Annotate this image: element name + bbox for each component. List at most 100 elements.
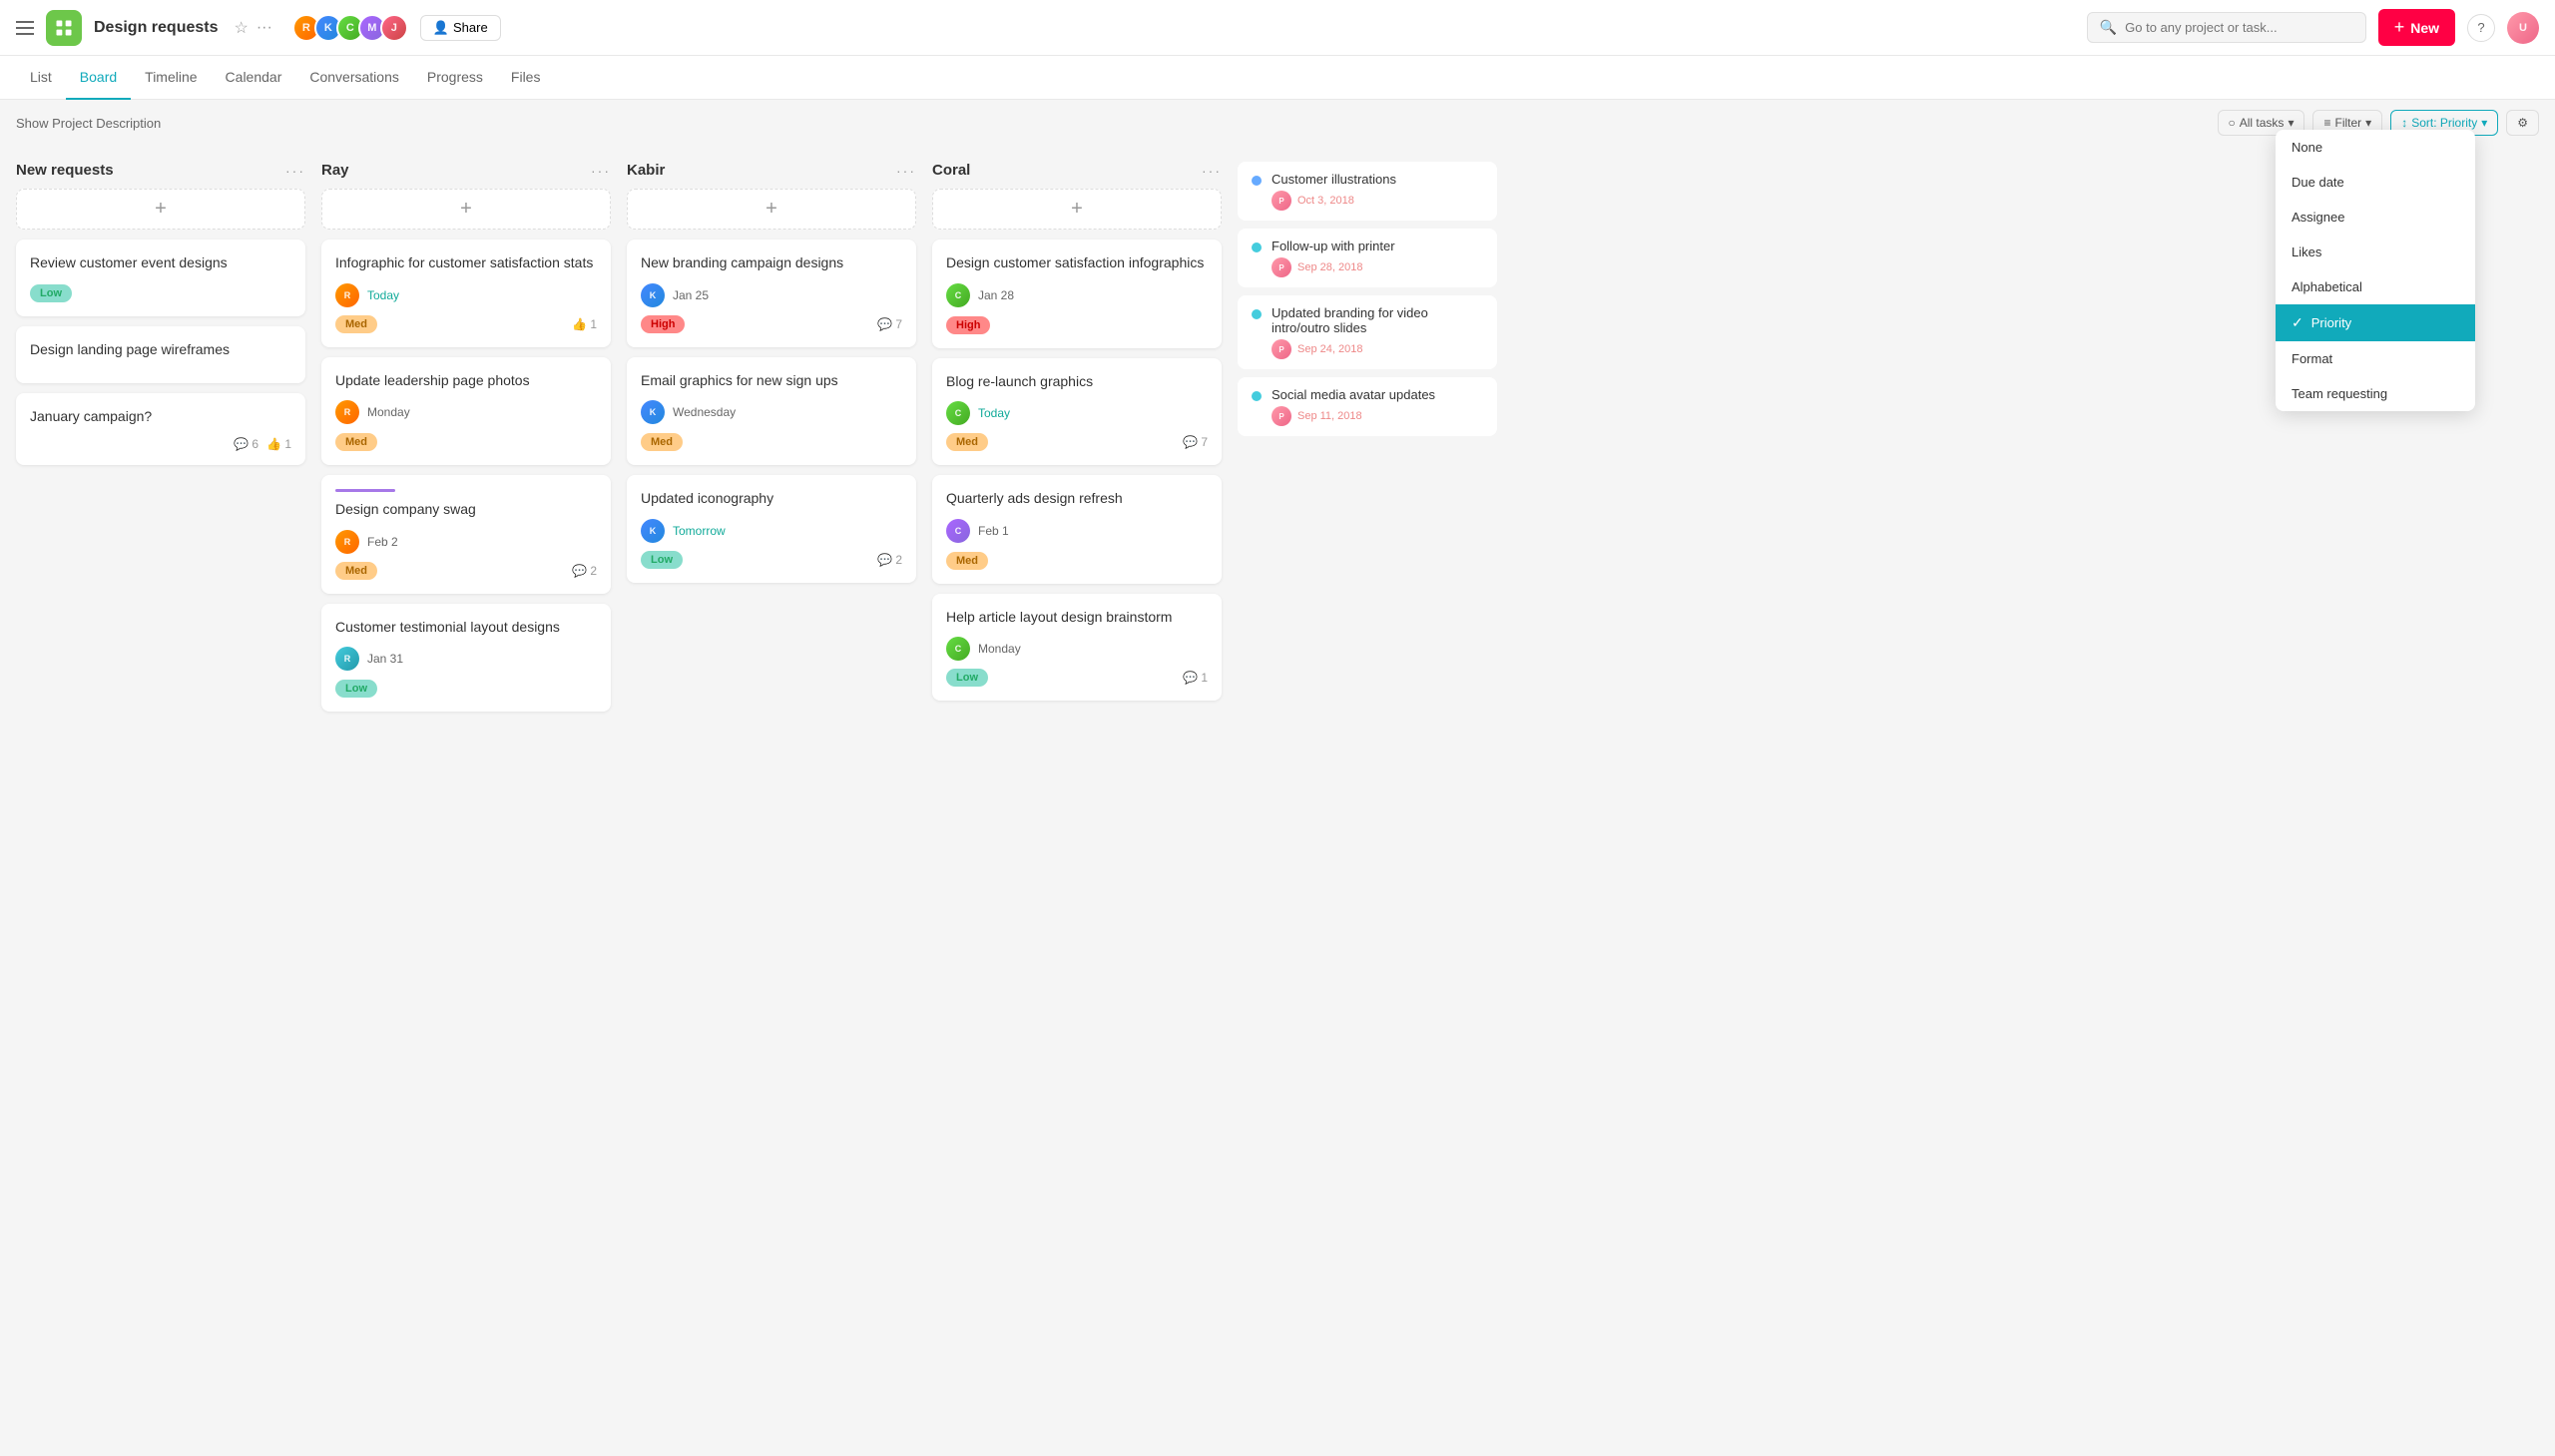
comment-count: 💬 7	[877, 317, 902, 331]
tab-board[interactable]: Board	[66, 56, 131, 100]
column-coral: Coral ··· + Design customer satisfaction…	[932, 162, 1222, 1426]
right-item-branding-video[interactable]: Updated branding for video intro/outro s…	[1238, 295, 1497, 369]
assignee-avatar: R	[335, 647, 359, 671]
column-new-requests: New requests ··· + Review customer event…	[16, 162, 305, 1426]
card-jan-campaign[interactable]: January campaign? 💬 6 👍 1	[16, 393, 305, 465]
comment-count: 💬 7	[1183, 435, 1208, 449]
column-more-kabir[interactable]: ···	[896, 163, 916, 179]
sort-option-format[interactable]: Format	[2276, 341, 2475, 376]
card-date: Wednesday	[673, 405, 736, 419]
priority-badge: Low	[641, 551, 683, 569]
share-button[interactable]: 👤 Share	[420, 15, 501, 41]
sort-option-none[interactable]: None	[2276, 130, 2475, 165]
add-card-ray[interactable]: +	[321, 189, 611, 230]
sort-icon: ↕	[2401, 116, 2407, 130]
item-title: Social media avatar updates	[1272, 387, 1483, 402]
priority-badge: Med	[335, 433, 377, 451]
card-title: Update leadership page photos	[335, 371, 597, 391]
status-dot	[1252, 176, 1262, 186]
card-review-event[interactable]: Review customer event designs Low	[16, 240, 305, 316]
project-title: Design requests	[94, 19, 218, 37]
column-more-ray[interactable]: ···	[591, 163, 611, 179]
card-branding-campaign[interactable]: New branding campaign designs K Jan 25 H…	[627, 240, 916, 347]
assignee-avatar: K	[641, 283, 665, 307]
help-button[interactable]: ?	[2467, 14, 2495, 42]
card-company-swag[interactable]: Design company swag R Feb 2 Med 💬 2	[321, 475, 611, 594]
tab-files[interactable]: Files	[497, 56, 555, 100]
item-date: Oct 3, 2018	[1297, 195, 1354, 207]
search-input[interactable]	[2125, 20, 2353, 35]
add-card-coral[interactable]: +	[932, 189, 1222, 230]
column-title-coral: Coral	[932, 162, 970, 179]
column-title-ray: Ray	[321, 162, 349, 179]
right-panel: Customer illustrations P Oct 3, 2018 Fol…	[1238, 162, 1497, 1426]
column-title-new: New requests	[16, 162, 114, 179]
card-leadership-photos[interactable]: Update leadership page photos R Monday M…	[321, 357, 611, 466]
card-date: Monday	[978, 642, 1021, 656]
item-date: Sep 28, 2018	[1297, 261, 1362, 273]
card-title: Design landing page wireframes	[30, 340, 291, 360]
assignee-avatar: C	[946, 283, 970, 307]
sort-option-duedate[interactable]: Due date	[2276, 165, 2475, 200]
status-dot	[1252, 309, 1262, 319]
card-blog-relaunch[interactable]: Blog re-launch graphics C Today Med 💬 7	[932, 358, 1222, 466]
right-item-illustrations[interactable]: Customer illustrations P Oct 3, 2018	[1238, 162, 1497, 221]
add-card-new[interactable]: +	[16, 189, 305, 230]
priority-badge: Low	[335, 680, 377, 698]
card-date: Today	[978, 406, 1010, 420]
card-date: Feb 2	[367, 535, 398, 549]
card-testimonial-layout[interactable]: Customer testimonial layout designs R Ja…	[321, 604, 611, 713]
assignee-avatar: R	[335, 283, 359, 307]
tab-list[interactable]: List	[16, 56, 66, 100]
priority-badge: High	[946, 316, 990, 334]
customize-button[interactable]: ⚙	[2506, 110, 2539, 136]
priority-badge: Low	[946, 669, 988, 687]
show-description[interactable]: Show Project Description	[16, 116, 161, 131]
comment-count: 💬 2	[572, 564, 597, 578]
comment-count: 👍 1	[572, 317, 597, 331]
star-icon[interactable]: ☆	[234, 18, 248, 38]
chevron-down-icon-sort: ▾	[2481, 116, 2487, 130]
sort-option-alphabetical[interactable]: Alphabetical	[2276, 269, 2475, 304]
card-title: Quarterly ads design refresh	[946, 489, 1208, 509]
comment-count: 💬 1	[1183, 671, 1208, 685]
sort-option-team[interactable]: Team requesting	[2276, 376, 2475, 411]
card-help-article[interactable]: Help article layout design brainstorm C …	[932, 594, 1222, 702]
hamburger-menu[interactable]	[16, 21, 34, 35]
sort-option-assignee[interactable]: Assignee	[2276, 200, 2475, 235]
card-quarterly-ads[interactable]: Quarterly ads design refresh C Feb 1 Med	[932, 475, 1222, 584]
priority-badge: Med	[946, 433, 988, 451]
tab-progress[interactable]: Progress	[413, 56, 497, 100]
card-date: Jan 28	[978, 288, 1014, 302]
sub-nav: List Board Timeline Calendar Conversatio…	[0, 56, 2555, 100]
column-more-new[interactable]: ···	[285, 163, 305, 179]
search-bar[interactable]: 🔍	[2087, 12, 2366, 43]
right-item-social-avatar[interactable]: Social media avatar updates P Sep 11, 20…	[1238, 377, 1497, 436]
item-date: Sep 11, 2018	[1297, 410, 1362, 422]
tab-timeline[interactable]: Timeline	[131, 56, 211, 100]
card-iconography[interactable]: Updated iconography K Tomorrow Low 💬 2	[627, 475, 916, 583]
toolbar: Show Project Description ○ All tasks ▾ ≡…	[0, 100, 2555, 146]
sort-option-likes[interactable]: Likes	[2276, 235, 2475, 269]
add-card-kabir[interactable]: +	[627, 189, 916, 230]
column-more-coral[interactable]: ···	[1202, 163, 1222, 179]
tab-calendar[interactable]: Calendar	[212, 56, 296, 100]
status-dot	[1252, 243, 1262, 252]
new-button[interactable]: + New	[2378, 9, 2455, 46]
assignee-avatar: C	[946, 401, 970, 425]
user-avatar[interactable]: U	[2507, 12, 2539, 44]
sort-option-priority[interactable]: ✓ Priority	[2276, 304, 2475, 341]
team-avatars: R K C M J	[292, 14, 408, 42]
chevron-down-icon-filter: ▾	[2365, 116, 2371, 130]
card-infographic[interactable]: Infographic for customer satisfaction st…	[321, 240, 611, 347]
chevron-down-icon: ▾	[2288, 116, 2294, 130]
right-item-printer[interactable]: Follow-up with printer P Sep 28, 2018	[1238, 229, 1497, 287]
card-email-graphics[interactable]: Email graphics for new sign ups K Wednes…	[627, 357, 916, 466]
card-satisfaction-infographics[interactable]: Design customer satisfaction infographic…	[932, 240, 1222, 348]
card-landing-wireframes[interactable]: Design landing page wireframes	[16, 326, 305, 384]
comment-count: 💬 2	[877, 553, 902, 567]
card-title: Blog re-launch graphics	[946, 372, 1208, 392]
tab-conversations[interactable]: Conversations	[295, 56, 413, 100]
plus-icon: +	[2394, 17, 2405, 38]
more-icon[interactable]: ···	[256, 19, 272, 37]
